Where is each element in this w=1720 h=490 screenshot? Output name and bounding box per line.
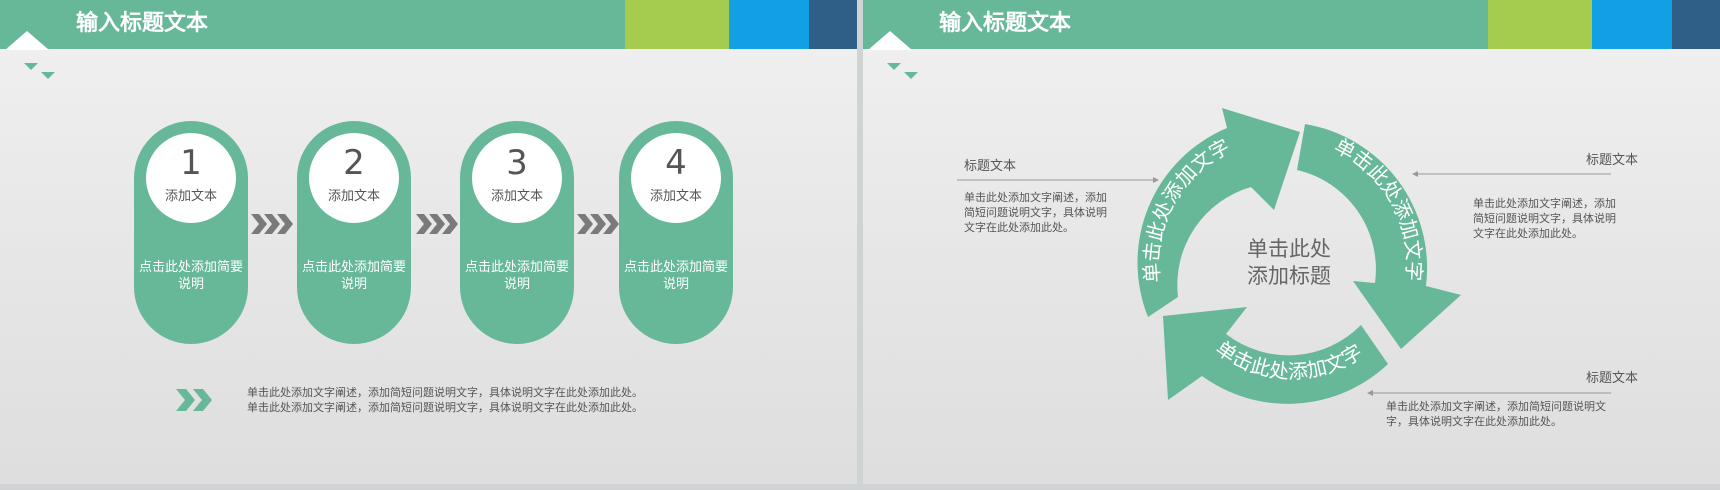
- callout-title-1: 标题文本: [964, 159, 1017, 174]
- chevron-right-icon: [176, 389, 212, 411]
- callout-title-2: 标题文本: [1585, 153, 1638, 168]
- step-desc: 点击此处添加简要说明: [301, 260, 406, 292]
- center-line-1: 单击此处: [1247, 237, 1331, 261]
- cycle-center-title: 单击此处 添加标题: [1199, 236, 1379, 290]
- header-bar: 输入标题文本: [0, 0, 857, 49]
- step-number: 2: [343, 143, 365, 183]
- callout-text-2: 单击此处添加文字阐述，添加简短问题说明文字，具体说明文字在此处添加此处。: [1473, 197, 1616, 240]
- slide-title: 输入标题文本: [76, 11, 209, 36]
- step-card-3: 3 添加文本 点击此处添加简要说明: [460, 121, 574, 344]
- step-label: 添加文本: [490, 189, 543, 204]
- corner-triangle-icon: [5, 31, 55, 79]
- connector-arrow-icon: [1153, 177, 1159, 183]
- step-label: 添加文本: [164, 189, 217, 204]
- step-number: 3: [506, 143, 528, 183]
- note-text: 单击此处添加文字阐述，添加简短问题说明文字，具体说明文字在此处添加此处。 单击此…: [247, 385, 643, 415]
- connector-arrow-icon: [1367, 390, 1373, 396]
- callout-text-1: 单击此处添加文字阐述，添加简短问题说明文字，具体说明文字在此处添加此处。: [964, 191, 1107, 234]
- slide-left: 输入标题文本 1 添加文本 点击此处添加简要说明 2 添加文本 点击此处添加简要…: [0, 0, 857, 484]
- note-line-1: 单击此处添加文字阐述，添加简短问题说明文字，具体说明文字在此处添加此处。: [247, 386, 643, 399]
- step-label: 添加文本: [327, 189, 380, 204]
- callout-text-3: 单击此处添加文字阐述，添加简短问题说明文字，具体说明文字在此处添加此处。: [1386, 400, 1606, 428]
- step-card-2: 2 添加文本 点击此处添加简要说明: [297, 121, 411, 344]
- connector-arrow-icon: [1412, 171, 1418, 177]
- chevron-right-icon: [577, 214, 619, 234]
- accent-block-lime: [625, 0, 729, 49]
- step-desc: 点击此处添加简要说明: [623, 260, 728, 292]
- step-number: 1: [180, 143, 202, 183]
- step-label: 添加文本: [649, 189, 702, 204]
- note-line-2: 单击此处添加文字阐述，添加简短问题说明文字，具体说明文字在此处添加此处。: [247, 401, 643, 414]
- chevron-right-icon: [416, 214, 458, 234]
- accent-block-blue: [729, 0, 809, 49]
- step-number: 4: [665, 143, 687, 183]
- step-desc: 点击此处添加简要说明: [138, 260, 243, 292]
- chevron-right-icon: [251, 214, 293, 234]
- accent-block-navy: [809, 0, 857, 49]
- step-card-4: 4 添加文本 点击此处添加简要说明: [619, 121, 733, 344]
- step-desc: 点击此处添加简要说明: [464, 260, 569, 292]
- callout-title-3: 标题文本: [1585, 371, 1638, 386]
- center-line-2: 添加标题: [1247, 264, 1331, 288]
- step-card-1: 1 添加文本 点击此处添加简要说明: [134, 121, 248, 344]
